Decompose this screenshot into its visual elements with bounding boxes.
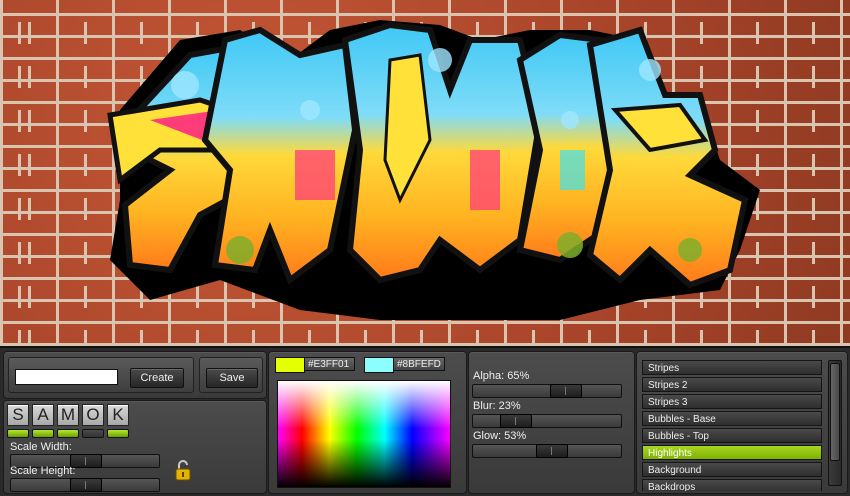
layer-item[interactable]: Stripes (642, 360, 822, 375)
layer-scrollbar[interactable] (828, 360, 842, 486)
layer-item[interactable]: Bubbles - Base (642, 411, 822, 426)
layer-item[interactable]: Background (642, 462, 822, 477)
graffiti-artwork (107, 20, 760, 320)
layer-item[interactable]: Stripes 3 (642, 394, 822, 409)
layer-item[interactable]: Bubbles - Top (642, 428, 822, 443)
control-panel: Create Save S A M O K Scale Width: Scale… (0, 346, 850, 496)
layer-item[interactable]: Stripes 2 (642, 377, 822, 392)
layer-list: Stripes Stripes 2 Stripes 3 Bubbles - Base B… (0, 348, 850, 491)
layer-item[interactable]: Backdrops (642, 479, 822, 491)
layer-item[interactable]: Highlights (642, 445, 822, 460)
graffiti-canvas (0, 0, 850, 346)
scrollbar-thumb[interactable] (830, 363, 840, 461)
